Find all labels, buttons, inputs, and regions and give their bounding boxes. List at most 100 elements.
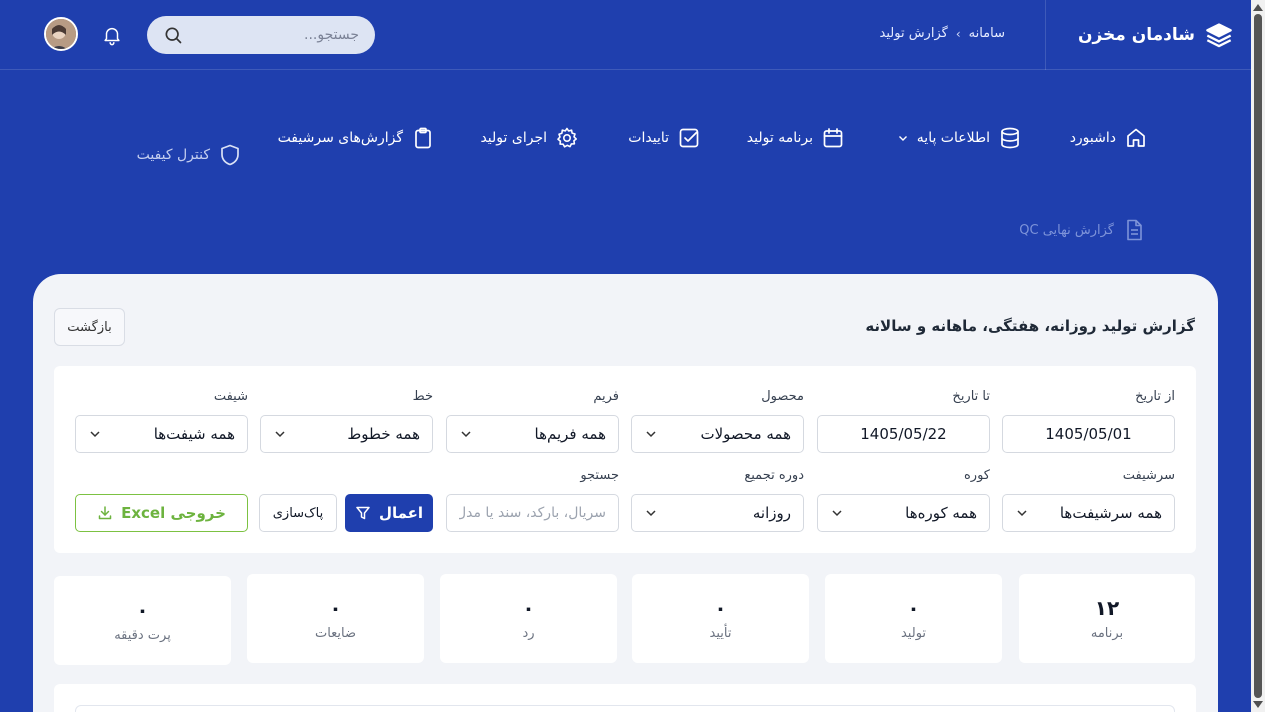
from-date-label: از تاریخ — [1135, 389, 1175, 404]
layers-icon — [1206, 23, 1232, 48]
nav-label: برنامه تولید — [746, 130, 813, 146]
stat-label: پرت دقیقه — [114, 628, 171, 643]
from-date-value: 1405/05/01 — [1045, 425, 1132, 443]
export-excel-button[interactable]: خروجی Excel — [75, 494, 248, 532]
scroll-thumb[interactable] — [1254, 14, 1262, 698]
stat-card-production: ۰ تولید — [825, 574, 1002, 663]
nav-production-plan[interactable]: برنامه تولید — [747, 126, 845, 150]
excel-label: خروجی Excel — [121, 504, 226, 522]
search-box[interactable] — [147, 16, 375, 54]
supervisor-shift-select[interactable]: همه سرشیفت‌ها — [1002, 494, 1175, 532]
chevron-down-icon — [90, 431, 100, 438]
scroll-up-arrow[interactable] — [1253, 4, 1263, 11]
nav-label: اطلاعات پایه — [916, 130, 990, 146]
period-select[interactable]: روزانه — [631, 494, 804, 532]
nav-shift-reports[interactable]: گزارش‌های سرشیفت — [278, 126, 435, 150]
filter-search-input[interactable] — [459, 505, 606, 521]
download-icon — [98, 506, 112, 520]
top-bar: شادمان مخزن سامانه › گزارش تولید — [0, 0, 1251, 70]
search-icon[interactable] — [163, 25, 183, 45]
breadcrumb-separator: › — [955, 26, 961, 41]
nav-label: گزارش‌های سرشیفت — [277, 130, 403, 146]
stat-card-rejected: ۰ رد — [440, 574, 617, 663]
page-title: گزارش تولید روزانه، هفتگی، ماهانه و سالا… — [865, 317, 1195, 335]
stat-label: برنامه — [1090, 626, 1124, 641]
stat-label: رد — [522, 626, 535, 641]
chevron-down-icon — [646, 510, 656, 517]
avatar[interactable] — [44, 17, 78, 51]
breadcrumb-root[interactable]: سامانه — [969, 26, 1005, 41]
stat-value: ۰ — [522, 596, 535, 620]
to-date-label: تا تاریخ — [952, 389, 990, 404]
stat-label: تولید — [900, 626, 927, 641]
from-date-field[interactable]: 1405/05/01 — [1002, 415, 1175, 453]
checkbox-icon — [679, 128, 699, 148]
furnace-value: همه کوره‌ها — [905, 504, 977, 522]
gear-icon — [557, 127, 577, 148]
stat-label: ضایعات — [314, 626, 357, 641]
stat-value: ۰ — [907, 596, 920, 620]
filter-icon — [356, 506, 370, 520]
breadcrumb-current: گزارش تولید — [879, 26, 948, 41]
frame-value: همه فریم‌ها — [534, 425, 606, 443]
nav-label: داشبورد — [1069, 130, 1116, 146]
stat-card-lost-minutes: ۰ پرت دقیقه — [54, 576, 231, 665]
clear-button[interactable]: پاک‌سازی — [259, 494, 337, 532]
product-value: همه محصولات — [700, 425, 791, 443]
apply-label: اعمال — [378, 504, 424, 522]
product-select[interactable]: همه محصولات — [631, 415, 804, 453]
shift-select[interactable]: همه شیفت‌ها — [75, 415, 248, 453]
period-label: دوره تجمیع — [744, 468, 804, 483]
supervisor-shift-label: سرشیفت — [1122, 468, 1175, 483]
stat-value: ۱۲ — [1094, 596, 1120, 620]
furnace-label: کوره — [964, 468, 990, 483]
calendar-icon — [823, 128, 843, 148]
home-icon — [1127, 128, 1145, 147]
search-label: جستجو — [580, 468, 619, 483]
stat-label: تأیید — [709, 626, 732, 641]
nav-label: گزارش نهایی QC — [1019, 222, 1114, 238]
search-input[interactable] — [183, 27, 359, 43]
database-icon — [1001, 127, 1019, 149]
stat-value: ۰ — [136, 598, 149, 622]
nav-production-execution[interactable]: اجرای تولید — [480, 126, 579, 150]
search-field[interactable] — [446, 494, 619, 532]
chevron-down-icon — [275, 431, 285, 438]
brand[interactable]: شادمان مخزن — [1045, 0, 1251, 70]
nav-quality-control[interactable]: کنترل کیفیت — [137, 143, 242, 167]
line-value: همه خطوط — [347, 425, 420, 443]
line-label: خط — [412, 389, 433, 404]
chevron-down-icon — [461, 431, 471, 438]
page-scrollbar[interactable] — [1251, 0, 1265, 712]
scroll-down-arrow[interactable] — [1253, 701, 1263, 708]
brand-name: شادمان مخزن — [1077, 25, 1195, 45]
nav-label: کنترل کیفیت — [136, 147, 210, 163]
user-avatar-icon — [46, 19, 76, 49]
breadcrumb: سامانه › گزارش تولید — [880, 26, 1005, 41]
results-table-frame — [75, 705, 1175, 712]
clipboard-icon — [415, 127, 431, 149]
furnace-select[interactable]: همه کوره‌ها — [817, 494, 990, 532]
nav-dashboard[interactable]: داشبورد — [1070, 126, 1148, 150]
stat-card-approved: ۰ تأیید — [632, 574, 809, 663]
nav-label: اجرای تولید — [480, 130, 547, 146]
frame-select[interactable]: همه فریم‌ها — [446, 415, 619, 453]
chevron-down-icon — [898, 136, 907, 141]
nav-approvals[interactable]: تاییدات — [628, 126, 701, 150]
nav-final-qc-report[interactable]: گزارش نهایی QC — [1019, 218, 1146, 242]
chevron-down-icon — [832, 510, 842, 517]
period-value: روزانه — [752, 504, 791, 522]
bell-icon[interactable] — [101, 24, 123, 46]
shift-value: همه شیفت‌ها — [153, 425, 235, 443]
chevron-down-icon — [646, 431, 656, 438]
chevron-down-icon — [1017, 510, 1027, 517]
document-icon — [1127, 219, 1142, 241]
stat-card-plan: ۱۲ برنامه — [1019, 574, 1195, 663]
to-date-field[interactable]: 1405/05/22 — [817, 415, 990, 453]
supervisor-shift-value: همه سرشیفت‌ها — [1059, 504, 1162, 522]
product-label: محصول — [761, 389, 804, 404]
line-select[interactable]: همه خطوط — [260, 415, 433, 453]
back-button[interactable]: بازگشت — [54, 308, 125, 346]
apply-button[interactable]: اعمال — [345, 494, 433, 532]
nav-base-info[interactable]: اطلاعات پایه — [897, 126, 1022, 150]
